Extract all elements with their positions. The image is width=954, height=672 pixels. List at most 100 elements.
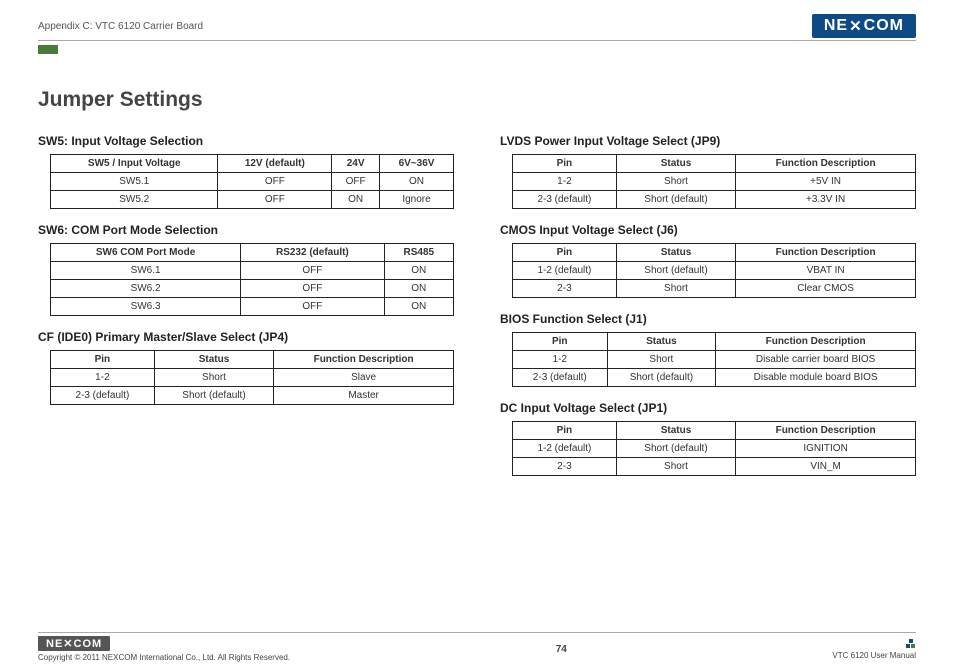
logo-text-2: COM (864, 17, 904, 35)
td: OFF (218, 191, 332, 209)
table-row: 2-3 (default) Short (default) Disable mo… (513, 369, 916, 387)
table-row: SW6.1 OFF ON (51, 262, 454, 280)
table-row: 1-2 (default) Short (default) VBAT IN (513, 262, 916, 280)
breadcrumb: Appendix C: VTC 6120 Carrier Board (38, 21, 203, 32)
j1-title: BIOS Function Select (J1) (500, 312, 916, 326)
logo-top: NE✕COM (812, 14, 916, 38)
jp4-table: Pin Status Function Description 1-2 Shor… (50, 350, 454, 405)
td: SW5.1 (51, 173, 218, 191)
td: OFF (241, 262, 384, 280)
td: VBAT IN (736, 262, 916, 280)
th: Pin (513, 422, 617, 440)
page-header: Appendix C: VTC 6120 Carrier Board NE✕CO… (38, 14, 916, 41)
squares-icon (906, 639, 916, 649)
td: Short (607, 351, 716, 369)
page-footer: NE✕COM Copyright © 2011 NEXCOM Internati… (38, 632, 916, 662)
td: 2-3 (513, 458, 617, 476)
td: 2-3 (default) (513, 369, 608, 387)
table-row: 2-3 Short Clear CMOS (513, 280, 916, 298)
table-header-row: SW5 / Input Voltage 12V (default) 24V 6V… (51, 155, 454, 173)
th: SW5 / Input Voltage (51, 155, 218, 173)
sw6-title: SW6: COM Port Mode Selection (38, 223, 454, 237)
td: OFF (241, 280, 384, 298)
th: Status (616, 244, 735, 262)
th: Function Description (736, 244, 916, 262)
jp1-table: Pin Status Function Description 1-2 (def… (512, 421, 916, 476)
th: Status (607, 333, 716, 351)
table-row: SW5.2 OFF ON Ignore (51, 191, 454, 209)
right-column: LVDS Power Input Voltage Select (JP9) Pi… (500, 124, 916, 490)
table-row: 1-2 Short +5V IN (513, 173, 916, 191)
th: Status (616, 422, 735, 440)
table-row: 1-2 (default) Short (default) IGNITION (513, 440, 916, 458)
th: Status (616, 155, 735, 173)
td: 1-2 (513, 351, 608, 369)
td: OFF (218, 173, 332, 191)
sw5-title: SW5: Input Voltage Selection (38, 134, 454, 148)
td: Disable module board BIOS (716, 369, 916, 387)
table-row: 1-2 Short Disable carrier board BIOS (513, 351, 916, 369)
td: 1-2 (513, 173, 617, 191)
td: SW6.3 (51, 298, 241, 316)
td: Short (616, 280, 735, 298)
footer-left: NE✕COM Copyright © 2011 NEXCOM Internati… (38, 636, 290, 662)
table-row: SW5.1 OFF OFF ON (51, 173, 454, 191)
th: SW6 COM Port Mode (51, 244, 241, 262)
table-header-row: Pin Status Function Description (513, 333, 916, 351)
footer-right: VTC 6120 User Manual (832, 639, 916, 660)
td: OFF (241, 298, 384, 316)
td: ON (380, 173, 454, 191)
th: Function Description (274, 351, 454, 369)
table-header-row: Pin Status Function Description (513, 422, 916, 440)
table-row: SW6.3 OFF ON (51, 298, 454, 316)
td: ON (384, 262, 453, 280)
th: Function Description (736, 155, 916, 173)
td: SW6.2 (51, 280, 241, 298)
th: Pin (51, 351, 155, 369)
td: OFF (332, 173, 380, 191)
td: ON (384, 298, 453, 316)
manual-name: VTC 6120 User Manual (832, 651, 916, 660)
sw5-table: SW5 / Input Voltage 12V (default) 24V 6V… (50, 154, 454, 209)
td: Short (616, 458, 735, 476)
td: IGNITION (736, 440, 916, 458)
th: RS232 (default) (241, 244, 384, 262)
logo-footer: NE✕COM (38, 636, 110, 651)
decoration-block (38, 45, 58, 54)
j6-table: Pin Status Function Description 1-2 (def… (512, 243, 916, 298)
th: Pin (513, 155, 617, 173)
logo-x-icon: ✕ (849, 17, 863, 35)
table-row: 2-3 (default) Short (default) +3.3V IN (513, 191, 916, 209)
th: 6V~36V (380, 155, 454, 173)
j1-table: Pin Status Function Description 1-2 Shor… (512, 332, 916, 387)
logo-x-icon: ✕ (63, 638, 73, 650)
content-columns: SW5: Input Voltage Selection SW5 / Input… (38, 124, 916, 490)
td: Short (default) (607, 369, 716, 387)
td: VIN_M (736, 458, 916, 476)
sw6-table: SW6 COM Port Mode RS232 (default) RS485 … (50, 243, 454, 316)
jp1-title: DC Input Voltage Select (JP1) (500, 401, 916, 415)
td: 1-2 (default) (513, 440, 617, 458)
page-title: Jumper Settings (38, 88, 916, 112)
th: 24V (332, 155, 380, 173)
td: 2-3 (513, 280, 617, 298)
td: +3.3V IN (736, 191, 916, 209)
td: Short (default) (154, 387, 273, 405)
td: ON (332, 191, 380, 209)
logo-text: NE (46, 638, 63, 650)
th: Pin (513, 333, 608, 351)
td: +5V IN (736, 173, 916, 191)
td: SW5.2 (51, 191, 218, 209)
td: Short (154, 369, 273, 387)
logo-text: NE (824, 17, 848, 35)
page-number: 74 (556, 644, 567, 655)
td: Short (default) (616, 262, 735, 280)
td: SW6.1 (51, 262, 241, 280)
table-row: 2-3 Short VIN_M (513, 458, 916, 476)
th: Function Description (736, 422, 916, 440)
th: 12V (default) (218, 155, 332, 173)
td: Slave (274, 369, 454, 387)
td: Short (default) (616, 440, 735, 458)
table-header-row: SW6 COM Port Mode RS232 (default) RS485 (51, 244, 454, 262)
th: Pin (513, 244, 617, 262)
